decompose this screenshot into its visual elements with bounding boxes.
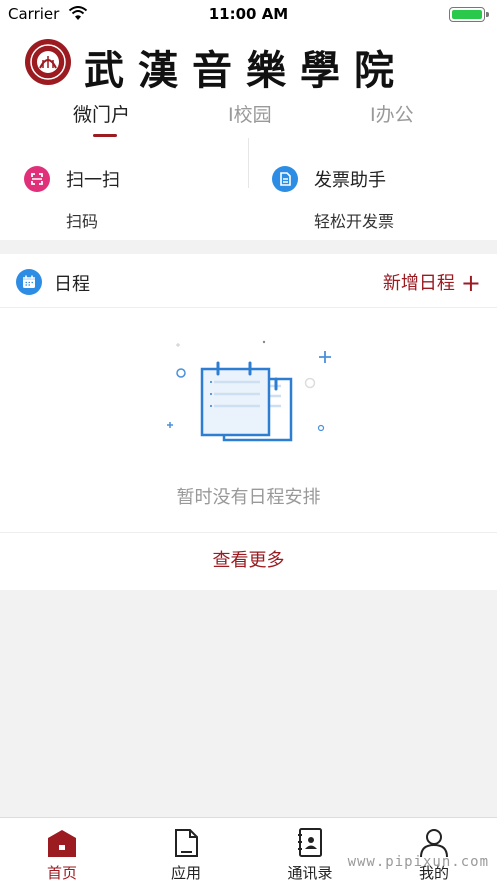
add-schedule-button[interactable]: 新增日程 + <box>383 269 481 297</box>
tab-apps[interactable]: 应用 <box>124 818 248 883</box>
view-more-button[interactable]: 查看更多 <box>0 532 497 590</box>
tab-apps-label: 应用 <box>170 864 201 882</box>
status-bar: Carrier 11:00 AM <box>0 0 497 28</box>
calendar-icon <box>16 269 42 295</box>
invoice-title: 发票助手 <box>314 170 386 191</box>
tab-home-label: 首页 <box>46 864 77 882</box>
school-name: 武漢音樂學院 <box>84 47 408 94</box>
empty-calendar-illustration <box>167 340 331 442</box>
bottom-tab-bar: 首页 应用 通讯录 我的 <box>0 817 497 883</box>
tab-contacts[interactable]: 通讯录 <box>248 818 372 883</box>
scan-title: 扫一扫 <box>66 170 120 191</box>
tab-home[interactable]: 首页 <box>0 818 124 883</box>
add-schedule-label: 新增日程 <box>382 273 455 294</box>
contacts-icon <box>298 828 322 857</box>
top-tabs: 微门户 I校园 I办公 <box>0 100 497 140</box>
quick-actions-divider <box>248 138 249 188</box>
schedule-header: 日程 新增日程 + <box>0 254 497 308</box>
header: 武漢音樂學院 微门户 I校园 I办公 扫一扫 扫码 发票助手 轻松开发票 <box>0 28 497 240</box>
plus-icon: + <box>460 269 481 297</box>
schedule-title: 日程 <box>54 274 90 295</box>
tab-office[interactable]: I办公 <box>370 100 414 127</box>
invoice-subtitle: 轻松开发票 <box>314 212 395 231</box>
tab-weimenhu[interactable]: 微门户 <box>73 100 130 127</box>
scan-icon <box>24 166 50 192</box>
scan-subtitle: 扫码 <box>66 212 99 231</box>
status-time: 11:00 AM <box>208 5 289 23</box>
battery-icon <box>449 7 489 22</box>
tab-campus[interactable]: I校园 <box>228 100 272 127</box>
document-icon <box>175 829 198 857</box>
home-icon <box>48 830 76 857</box>
watermark: www.pipixun.com <box>347 854 489 870</box>
invoice-icon <box>272 166 298 192</box>
scan-action[interactable]: 扫一扫 扫码 <box>24 158 224 240</box>
invoice-action[interactable]: 发票助手 轻松开发票 <box>272 158 472 240</box>
empty-schedule-text: 暂时没有日程安排 <box>176 487 321 508</box>
tab-profile[interactable]: 我的 <box>372 818 496 883</box>
active-tab-indicator <box>93 134 117 137</box>
schedule-card: 日程 新增日程 + 暂时没有日程安排 查看更多 <box>0 254 497 590</box>
school-seal-logo <box>25 39 71 85</box>
